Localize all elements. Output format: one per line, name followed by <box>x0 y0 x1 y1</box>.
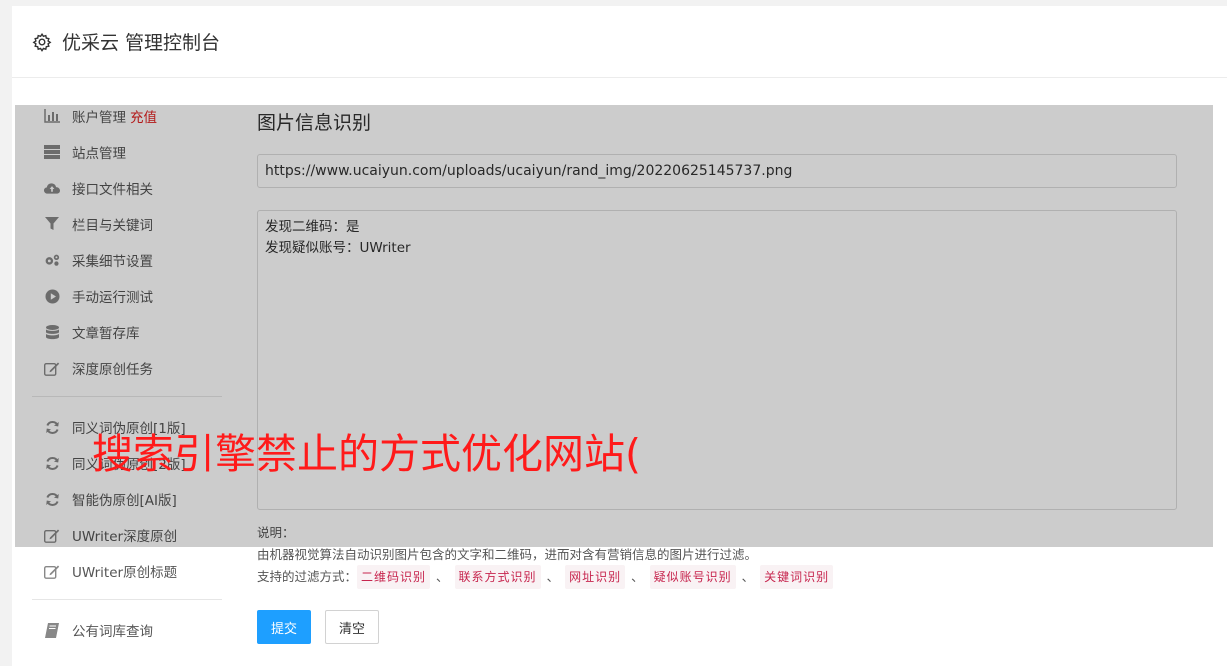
book-icon <box>44 622 60 638</box>
sidebar-item-deep-original[interactable]: 深度原创任务 <box>32 350 222 386</box>
sidebar-item-label: 文章暂存库 <box>72 326 140 342</box>
sidebar-item-label: 接口文件相关 <box>72 182 153 198</box>
description-block: 说明： 由机器视觉算法自动识别图片包含的文字和二维码，进而对含有营销信息的图片进… <box>257 522 1177 589</box>
sidebar-item-manual-test[interactable]: 手动运行测试 <box>32 278 222 314</box>
filter-icon <box>44 216 60 232</box>
overlay-headline: 搜索引擎禁止的方式优化网站( <box>92 430 641 478</box>
sidebar-item-columns-keywords[interactable]: 栏目与关键词 <box>32 206 222 242</box>
filter-tag: 关键词识别 <box>760 565 834 589</box>
sidebar-item-label: 采集细节设置 <box>72 254 153 270</box>
separator: 、 <box>546 569 560 584</box>
sidebar-item-uwriter-title[interactable]: UWriter原创标题 <box>32 553 222 589</box>
sidebar-divider <box>32 396 222 397</box>
sidebar-item-article-store[interactable]: 文章暂存库 <box>32 314 222 350</box>
server-icon <box>44 144 60 160</box>
cloud-upload-icon <box>44 180 60 196</box>
filter-tag: 二维码识别 <box>357 565 431 589</box>
bar-chart-icon <box>44 108 60 124</box>
clear-button[interactable]: 清空 <box>325 610 380 644</box>
page-title: 优采云 管理控制台 <box>62 32 221 54</box>
sidebar-item-label: UWriter深度原创 <box>72 529 178 545</box>
image-url-input[interactable] <box>257 154 1177 188</box>
sidebar-item-collect-settings[interactable]: 采集细节设置 <box>32 242 222 278</box>
sidebar-item-uwriter-deep[interactable]: UWriter深度原创 <box>32 517 222 553</box>
separator: 、 <box>436 569 449 584</box>
sidebar-item-label: 智能伪原创[AI版] <box>72 493 177 509</box>
cogs-icon <box>44 252 60 268</box>
sidebar-item-label: 深度原创任务 <box>72 362 153 378</box>
description-text: 由机器视觉算法自动识别图片包含的文字和二维码，进而对含有营销信息的图片进行过滤。 <box>257 547 758 562</box>
sidebar-item-label: 站点管理 <box>72 146 126 162</box>
sidebar-item-account[interactable]: 账户管理 充值 <box>32 98 222 134</box>
main-panel: 图片信息识别 发现二维码：是 发现疑似账号：UWriter 说明： 由机器视觉算… <box>257 100 1177 644</box>
form-actions: 提交 清空 <box>257 610 1177 644</box>
sidebar-item-api-files[interactable]: 接口文件相关 <box>32 170 222 206</box>
separator: 、 <box>741 569 755 584</box>
submit-button[interactable]: 提交 <box>257 610 312 644</box>
edit-icon <box>44 360 60 376</box>
sidebar: 账户管理 充值 站点管理 接口文件相关 栏目与关键词 采集细节设置 手动运行测试… <box>32 98 222 648</box>
filter-tag: 网址识别 <box>565 565 626 589</box>
description-label: 说明： <box>257 525 295 540</box>
edit-icon <box>44 527 60 543</box>
refresh-icon <box>44 419 60 435</box>
recharge-link[interactable]: 充值 <box>130 106 157 126</box>
sidebar-item-label: 栏目与关键词 <box>72 218 153 234</box>
sidebar-item-ai-rewrite[interactable]: 智能伪原创[AI版] <box>32 481 222 517</box>
play-circle-icon <box>44 288 60 304</box>
page-header: 优采云 管理控制台 <box>12 6 1227 78</box>
edit-icon <box>44 563 60 579</box>
sidebar-item-label: UWriter原创标题 <box>72 565 178 581</box>
section-heading: 图片信息识别 <box>257 112 372 134</box>
database-icon <box>44 324 60 340</box>
sidebar-item-public-lexicon[interactable]: 公有词库查询 <box>32 612 222 648</box>
filter-methods: 支持的过滤方式： 二维码识别 、 联系方式识别 、 网址识别 、 疑似账号识别 … <box>257 565 1177 589</box>
sidebar-item-sites[interactable]: 站点管理 <box>32 134 222 170</box>
filters-label: 支持的过滤方式： <box>257 569 358 584</box>
sidebar-item-label: 账户管理 <box>72 110 126 126</box>
sidebar-item-label: 手动运行测试 <box>72 290 153 306</box>
separator: 、 <box>631 569 644 584</box>
filter-tag: 疑似账号识别 <box>649 565 736 589</box>
sidebar-divider <box>32 599 222 600</box>
refresh-icon <box>44 455 60 471</box>
refresh-icon <box>44 491 60 507</box>
gear-icon <box>32 32 52 52</box>
filter-tag: 联系方式识别 <box>454 565 541 589</box>
sidebar-item-label: 公有词库查询 <box>72 624 153 640</box>
